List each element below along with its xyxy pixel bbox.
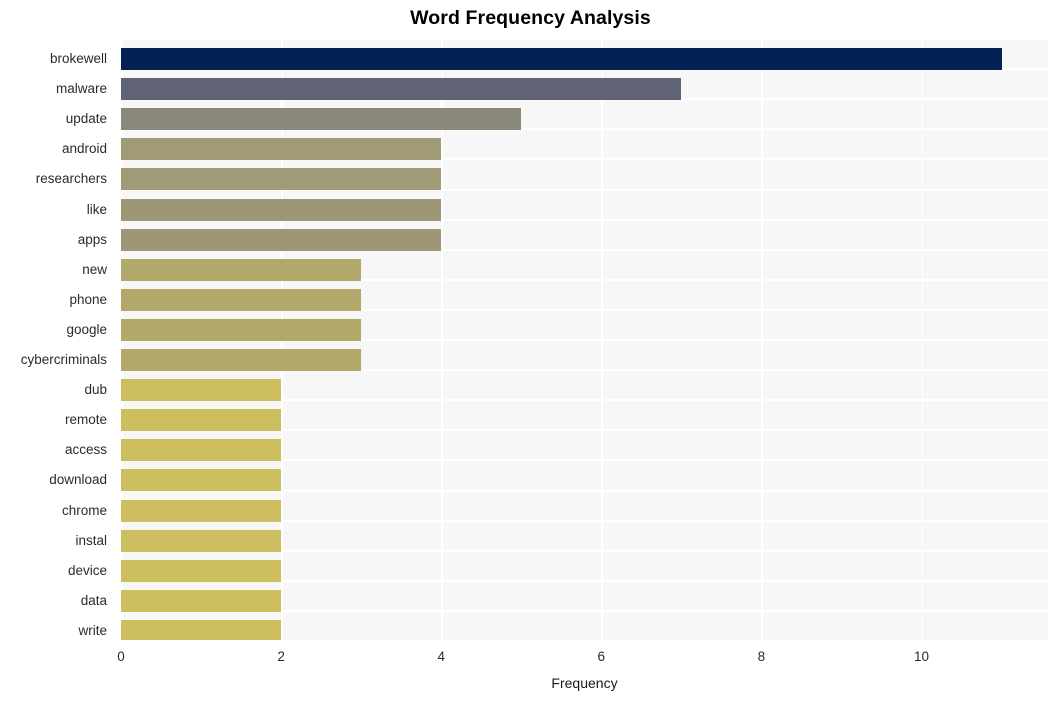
y-axis-tick-label: chrome xyxy=(61,502,107,518)
chart-title: Word Frequency Analysis xyxy=(410,7,651,29)
bar xyxy=(121,168,442,191)
bar xyxy=(121,258,362,281)
y-axis-tick-label: update xyxy=(65,111,107,127)
y-axis-tick-label: cybercriminals xyxy=(20,352,107,367)
bar xyxy=(121,108,522,131)
bar xyxy=(121,559,282,582)
x-axis-tick-label: 6 xyxy=(597,649,606,664)
x-axis-tick-label: 10 xyxy=(914,649,930,664)
x-axis-tick-label: 8 xyxy=(757,649,766,664)
gridline-horizontal xyxy=(121,38,1048,40)
bar xyxy=(121,529,282,552)
y-axis-tick-label: data xyxy=(80,592,107,608)
x-axis-tick-labels: 0 2 4 6 8 10 xyxy=(0,648,1061,668)
bar xyxy=(121,499,282,522)
bar xyxy=(121,409,282,432)
y-axis-tick-label: apps xyxy=(77,231,107,247)
x-axis-tick-label: 4 xyxy=(437,649,445,664)
bar xyxy=(121,318,362,341)
bar xyxy=(121,288,362,311)
y-axis-tick-label: download xyxy=(49,472,107,488)
bar xyxy=(121,228,442,251)
bar xyxy=(121,379,282,402)
bar xyxy=(121,48,1002,70)
bar xyxy=(121,138,442,161)
bar xyxy=(121,589,282,612)
y-axis-tick-label: malware xyxy=(55,81,107,97)
y-axis-tick-labels: brokewell malware update android researchers… xyxy=(0,38,114,640)
y-axis-tick-label: instal xyxy=(75,532,107,548)
y-axis-tick-label: google xyxy=(66,321,107,337)
y-axis-tick-label: like xyxy=(86,201,107,217)
plot-panel xyxy=(121,38,1048,640)
x-axis-tick-label: 0 xyxy=(117,649,125,664)
bar xyxy=(121,349,362,371)
bar xyxy=(121,78,682,101)
y-axis-tick-label: phone xyxy=(69,291,107,307)
y-axis-tick-label: access xyxy=(64,442,107,458)
bar xyxy=(121,619,282,640)
y-axis-tick-label: new xyxy=(82,261,107,277)
y-axis-tick-label: remote xyxy=(64,412,107,428)
x-axis-title: Frequency xyxy=(551,675,618,691)
bar xyxy=(121,198,442,221)
y-axis-tick-label: researchers xyxy=(35,171,107,187)
y-axis-tick-label: device xyxy=(67,562,107,578)
word-frequency-bar-chart: Word Frequency Analysis brokewell malware… xyxy=(0,0,1061,701)
y-axis-tick-label: dub xyxy=(84,382,107,398)
x-axis-tick-label: 2 xyxy=(277,649,285,664)
y-axis-tick-label: write xyxy=(78,622,107,638)
y-axis-tick-label: brokewell xyxy=(49,51,107,66)
bar xyxy=(121,469,282,492)
bar xyxy=(121,439,282,462)
y-axis-tick-label: android xyxy=(61,141,107,157)
